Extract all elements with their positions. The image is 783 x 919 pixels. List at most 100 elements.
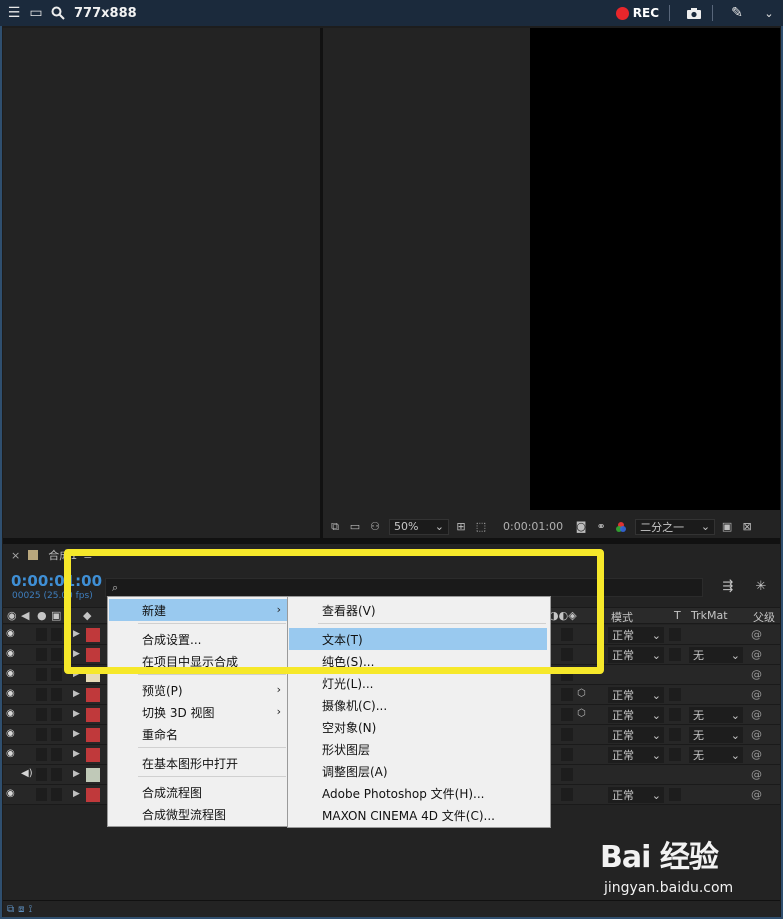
parent-pickwhip-icon[interactable]: @ [751,688,762,701]
layer-label-color[interactable] [86,688,100,702]
in-out-toggle-icon[interactable]: ⟟ [29,904,33,915]
parent-pickwhip-icon[interactable]: @ [751,748,762,761]
column-trkmat[interactable]: TrkMat [691,609,728,622]
layer-switch[interactable] [561,748,573,761]
eye-icon[interactable]: ◉ [6,749,18,759]
resolution-dropdown[interactable]: 二分之一 ⌄ [635,518,716,535]
snapshot-region-icon[interactable]: ⧉ [327,520,343,534]
preserve-transparency-switch[interactable] [669,628,681,641]
grid-icon[interactable]: ⊞ [453,520,469,534]
preserve-transparency-switch[interactable] [669,688,681,701]
layer-label-color[interactable] [86,768,100,782]
expand-arrow-icon[interactable]: ▶ [73,709,80,719]
expand-arrow-icon[interactable]: ▶ [73,789,80,799]
submenu-item[interactable]: 摄像机(C)... [289,694,547,716]
blend-mode-dropdown[interactable]: 正常 ⌄ [608,747,664,763]
composition-viewer[interactable] [323,28,780,515]
lock-switch[interactable] [51,708,62,721]
layer-switch[interactable] [561,688,573,701]
expand-arrow-icon[interactable]: ▶ [73,769,80,779]
viewer-timecode[interactable]: 0:00:01:00 [503,520,563,533]
eye-icon[interactable]: ◉ [7,609,17,622]
camera-icon[interactable]: ◙ [573,520,589,534]
transfer-controls-toggle-icon[interactable]: ⧈ [18,904,24,915]
parent-pickwhip-icon[interactable]: @ [751,648,762,661]
lock-switch[interactable] [51,768,62,781]
fast-preview-icon[interactable]: ▣ [719,520,735,534]
solo-switch[interactable] [36,768,47,781]
submenu-item[interactable]: Adobe Photoshop 文件(H)... [289,782,547,804]
eye-icon[interactable]: ◉ [6,729,18,739]
solo-switch[interactable] [36,748,47,761]
solo-switch[interactable] [36,668,47,681]
menu-item[interactable]: 在基本图形中打开 [109,752,287,774]
audio-icon[interactable]: ◀) [21,769,33,779]
preserve-transparency-switch[interactable] [669,748,681,761]
solo-switch[interactable] [36,728,47,741]
eye-icon[interactable]: ◉ [6,629,18,639]
chevron-down-icon[interactable]: ⌄ [761,5,777,21]
close-icon[interactable]: × [11,549,20,562]
submenu-item[interactable]: 灯光(L)... [289,672,547,694]
menu-item[interactable]: 合成流程图 [109,781,287,803]
eye-icon[interactable]: ◉ [6,689,18,699]
layer-label-color[interactable] [86,728,100,742]
menu-item[interactable]: 切换 3D 视图 › [109,701,287,723]
blend-mode-dropdown[interactable]: 正常 ⌄ [608,687,664,703]
trkmat-dropdown[interactable]: 无 ⌄ [689,647,743,663]
layer-label-color[interactable] [86,788,100,802]
lock-switch[interactable] [51,688,62,701]
blend-mode-dropdown[interactable]: 正常 ⌄ [608,727,664,743]
parent-pickwhip-icon[interactable]: @ [751,708,762,721]
draft-3d-icon[interactable]: ✳ [751,577,771,595]
column-t[interactable]: T [674,609,681,622]
solo-switch[interactable] [36,788,47,801]
menu-item[interactable]: 重命名 [109,723,287,745]
lock-switch[interactable] [51,648,62,661]
project-panel[interactable] [3,28,320,538]
lock-switch[interactable] [51,748,62,761]
window-icon[interactable]: ▭ [28,5,44,21]
expand-arrow-icon[interactable]: ▶ [73,749,80,759]
transparency-grid-icon[interactable]: ⊠ [739,520,755,534]
blend-mode-dropdown[interactable]: 正常 ⌄ [608,707,664,723]
lock-switch[interactable] [51,668,62,681]
blend-mode-dropdown[interactable]: 正常 ⌄ [608,787,664,803]
color-channels-icon[interactable] [613,520,629,534]
parent-pickwhip-icon[interactable]: @ [751,668,762,681]
solo-switch[interactable] [36,708,47,721]
menu-item[interactable]: 合成微型流程图 [109,803,287,825]
camera-icon[interactable] [686,5,702,21]
parent-pickwhip-icon[interactable]: @ [751,768,762,781]
audio-icon[interactable]: ◀ [21,609,29,622]
eye-icon[interactable]: ◉ [6,649,18,659]
mask-icon[interactable]: ⚇ [367,520,383,534]
trkmat-dropdown[interactable]: 无 ⌄ [689,747,743,763]
parent-pickwhip-icon[interactable]: @ [751,628,762,641]
layer-switch[interactable] [561,768,573,781]
lock-switch[interactable] [51,728,62,741]
3d-layer-icon[interactable]: ⬡ [577,708,586,719]
show-snapshot-icon[interactable]: ⚭ [593,520,609,534]
composition-canvas[interactable] [530,28,780,510]
eye-icon[interactable]: ◉ [6,789,18,799]
layer-label-color[interactable] [86,748,100,762]
preserve-transparency-switch[interactable] [669,728,681,741]
solo-switch[interactable] [36,688,47,701]
parent-pickwhip-icon[interactable]: @ [751,788,762,801]
composition-flowchart-icon[interactable]: ⇶ [718,577,738,595]
solo-switch[interactable] [36,648,47,661]
eye-icon[interactable]: ◉ [6,709,18,719]
layer-switch[interactable] [561,708,573,721]
column-parent[interactable]: 父级 [753,609,775,625]
menu-icon[interactable]: ☰ [6,5,22,21]
layer-switches-toggle-icon[interactable]: ⧉ [7,904,14,915]
rec-button[interactable]: REC [615,6,659,20]
region-of-interest-icon[interactable]: ⬚ [473,520,489,534]
trkmat-dropdown[interactable]: 无 ⌄ [689,727,743,743]
menu-item[interactable]: 预览(P) › [109,679,287,701]
expand-arrow-icon[interactable]: ▶ [73,689,80,699]
submenu-item[interactable]: 调整图层(A) [289,760,547,782]
lock-switch[interactable] [51,628,62,641]
submenu-item[interactable]: MAXON CINEMA 4D 文件(C)... [289,804,547,826]
